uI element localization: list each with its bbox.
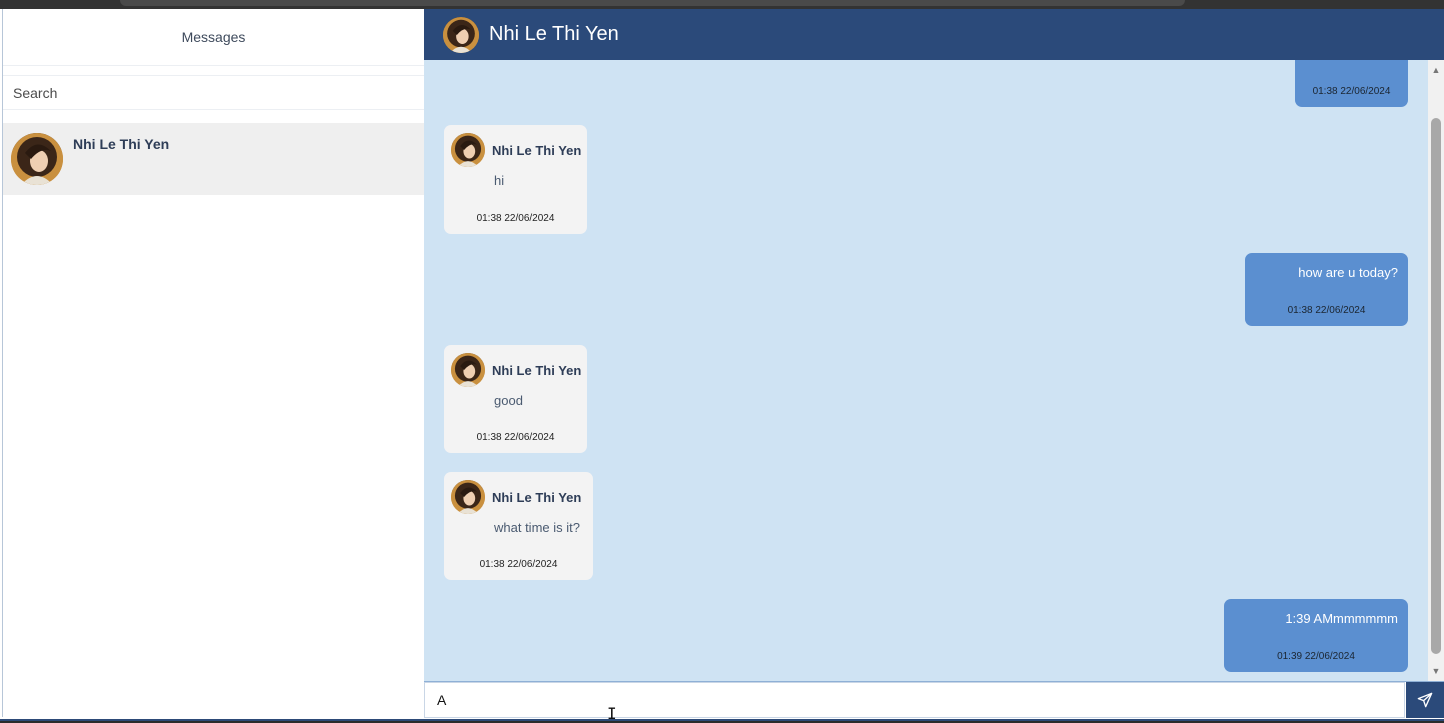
browser-tab-bar xyxy=(120,0,1185,6)
chevron-up-icon[interactable]: ▲ xyxy=(1428,62,1444,78)
search-box xyxy=(3,75,424,110)
message-outgoing: 01:38 22/06/2024 xyxy=(1295,60,1408,107)
message-time: 01:39 22/06/2024 xyxy=(1277,651,1355,662)
message-time: 01:38 22/06/2024 xyxy=(476,432,555,443)
message-text: hi xyxy=(494,173,505,188)
message-incoming: Nhi Le Thi Yen what time is it? 01:38 22… xyxy=(444,472,593,580)
message-time: 01:38 22/06/2024 xyxy=(1312,86,1391,97)
message-sender: Nhi Le Thi Yen xyxy=(492,142,582,158)
message-outgoing: 1:39 AMmmmmmm 01:39 22/06/2024 xyxy=(1224,599,1408,672)
sidebar-title: Messages xyxy=(3,9,424,66)
messenger-app: Messages Nhi Le Thi Yen xyxy=(0,9,1444,723)
message-time: 01:38 22/06/2024 xyxy=(1287,305,1366,316)
message-input[interactable] xyxy=(424,682,1405,718)
message-text: how are u today? xyxy=(1298,265,1398,280)
message-sender: Nhi Le Thi Yen xyxy=(492,489,582,505)
sender-avatar xyxy=(451,480,485,514)
message-time: 01:38 22/06/2024 xyxy=(479,559,558,570)
message-text: 1:39 AMmmmmmm xyxy=(1285,611,1398,626)
contact-list-item[interactable]: Nhi Le Thi Yen xyxy=(3,123,424,195)
message-outgoing: how are u today? 01:38 22/06/2024 xyxy=(1245,253,1408,326)
contact-name: Nhi Le Thi Yen xyxy=(73,136,170,152)
sender-avatar xyxy=(451,133,485,167)
browser-top-strip xyxy=(0,0,1444,9)
send-button[interactable] xyxy=(1406,682,1444,718)
chat-title: Nhi Le Thi Yen xyxy=(489,23,619,45)
chat-panel: Nhi Le Thi Yen 01:38 22/06/2024 Nhi Le T… xyxy=(424,9,1444,723)
message-scrollbar[interactable]: ▲ ▼ xyxy=(1428,60,1444,681)
message-incoming: Nhi Le Thi Yen good 01:38 22/06/2024 xyxy=(444,345,587,453)
scrollbar-thumb[interactable] xyxy=(1431,118,1441,654)
message-sender: Nhi Le Thi Yen xyxy=(492,362,582,378)
message-text: what time is it? xyxy=(494,520,580,535)
chat-header-avatar xyxy=(443,16,479,53)
message-composer: I xyxy=(424,681,1444,723)
sidebar: Messages Nhi Le Thi Yen xyxy=(2,9,425,717)
message-incoming: Nhi Le Thi Yen hi 01:38 22/06/2024 xyxy=(444,125,587,234)
send-icon xyxy=(1417,692,1433,708)
message-time: 01:38 22/06/2024 xyxy=(476,213,555,224)
chat-header: Nhi Le Thi Yen xyxy=(424,9,1444,60)
message-text: good xyxy=(494,393,523,408)
search-input[interactable] xyxy=(3,76,424,109)
message-list: 01:38 22/06/2024 Nhi Le Thi Yen hi 01:38… xyxy=(424,60,1428,681)
contact-avatar xyxy=(11,133,63,185)
chevron-down-icon[interactable]: ▼ xyxy=(1428,663,1444,679)
sender-avatar xyxy=(451,353,485,387)
